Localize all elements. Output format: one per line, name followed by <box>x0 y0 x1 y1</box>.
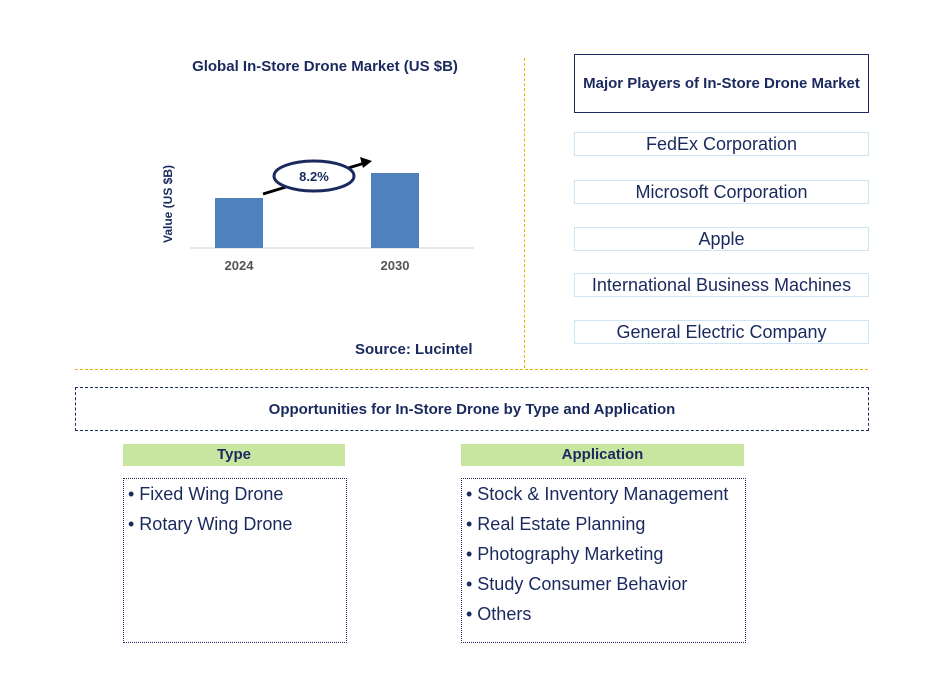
application-header: Application <box>461 444 744 466</box>
y-axis-label: Value (US $B) <box>161 165 175 243</box>
type-list: • Fixed Wing Drone • Rotary Wing Drone <box>123 478 347 643</box>
player-item: FedEx Corporation <box>574 132 869 156</box>
list-item: • Real Estate Planning <box>466 514 646 534</box>
divider-horizontal <box>75 369 868 370</box>
chart-title: Global In-Store Drone Market (US $B) <box>192 58 458 75</box>
arrow-head-icon <box>360 157 372 168</box>
cagr-label: 8.2% <box>299 169 329 184</box>
bar-chart: Value (US $B) 2024 2030 8.2% <box>161 157 474 273</box>
list-item: • Rotary Wing Drone <box>128 514 293 534</box>
list-item: • Study Consumer Behavior <box>466 574 688 594</box>
list-item: • Photography Marketing <box>466 544 664 564</box>
opportunities-title: Opportunities for In-Store Drone by Type… <box>75 387 869 431</box>
type-header: Type <box>123 444 345 466</box>
bar-2030 <box>371 173 419 248</box>
list-item: • Others <box>466 604 532 624</box>
player-item: International Business Machines <box>574 273 869 297</box>
player-item: General Electric Company <box>574 320 869 344</box>
player-item: Apple <box>574 227 869 251</box>
list-item: • Fixed Wing Drone <box>128 484 284 504</box>
x-tick-label: 2024 <box>225 258 255 273</box>
divider-vertical <box>524 58 525 368</box>
player-item: Microsoft Corporation <box>574 180 869 204</box>
infographic: Global In-Store Drone Market (US $B) Val… <box>0 0 933 683</box>
source-label: Source: Lucintel <box>355 341 473 358</box>
x-tick-label: 2030 <box>381 258 410 273</box>
application-list: • Stock & Inventory Management • Real Es… <box>461 478 746 643</box>
bar-2024 <box>215 198 263 248</box>
list-item: • Stock & Inventory Management <box>466 484 729 504</box>
players-title: Major Players of In-Store Drone Market <box>574 54 869 113</box>
